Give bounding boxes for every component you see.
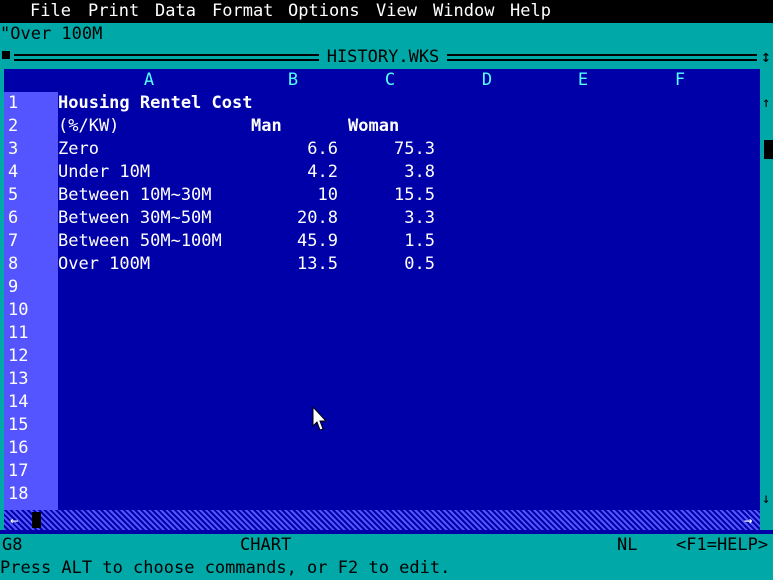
woman-value-cell[interactable]: 3.8: [335, 161, 435, 184]
menu-file-hotkey: F: [30, 1, 41, 21]
menu-file-label: ile: [40, 1, 71, 21]
row-header-item[interactable]: 7: [8, 230, 18, 253]
horizontal-scrollbar[interactable]: ← →: [4, 510, 760, 530]
menu-format-label: Format: [212, 1, 274, 21]
down-arrow-icon[interactable]: ↓: [762, 488, 770, 511]
row-label-cell[interactable]: Under 10M: [58, 161, 150, 184]
menu-window[interactable]: Window: [433, 0, 494, 23]
sheet-unit-label[interactable]: (%/KW): [58, 115, 119, 138]
vertical-scroll-thumb[interactable]: [764, 140, 773, 159]
column-header-f[interactable]: F: [632, 69, 728, 92]
row-header-item[interactable]: 13: [8, 368, 28, 391]
row-header-item[interactable]: 16: [8, 437, 28, 460]
man-value-cell[interactable]: 4.2: [238, 161, 338, 184]
woman-value-cell[interactable]: 3.3: [335, 207, 435, 230]
column-header-b[interactable]: B: [245, 69, 341, 92]
column-header: A B C D E F: [4, 69, 760, 92]
help-message: Press ALT to choose commands, or F2 to e…: [0, 557, 773, 580]
cell-reference: G8: [2, 535, 23, 555]
window-title-bar[interactable]: HISTORY.WKS ↕: [0, 46, 773, 69]
window-title: HISTORY.WKS: [323, 46, 443, 69]
column-header-e[interactable]: E: [535, 69, 631, 92]
menu-help[interactable]: Help: [510, 0, 551, 23]
row-header-item[interactable]: 4: [8, 161, 18, 184]
up-arrow-icon[interactable]: ↑: [762, 92, 770, 115]
man-value-cell[interactable]: 6.6: [238, 138, 338, 161]
menu-print[interactable]: Print: [88, 0, 139, 23]
close-box-icon[interactable]: [2, 51, 10, 59]
row-header-item[interactable]: 12: [8, 345, 28, 368]
man-value-cell[interactable]: 13.5: [238, 253, 338, 276]
column-label-woman[interactable]: Woman: [348, 115, 399, 138]
menu-data[interactable]: Data: [155, 0, 196, 23]
menu-options-label: ptions: [298, 1, 360, 21]
woman-value-cell[interactable]: 0.5: [335, 253, 435, 276]
menu-file[interactable]: File: [30, 0, 71, 23]
menu-view[interactable]: View: [376, 0, 417, 23]
row-header-item[interactable]: 14: [8, 391, 28, 414]
menu-data-hotkey: D: [155, 1, 166, 21]
right-arrow-icon[interactable]: →: [744, 510, 752, 533]
menu-window-label: indow: [443, 1, 495, 21]
column-header-a[interactable]: A: [101, 69, 197, 92]
row-header-item[interactable]: 1: [8, 92, 18, 115]
row-header-item[interactable]: 2: [8, 115, 18, 138]
row-header-item[interactable]: 9: [8, 276, 18, 299]
menu-options[interactable]: Options: [288, 0, 360, 23]
menu-window-hotkey: W: [433, 1, 444, 21]
column-header-c[interactable]: C: [342, 69, 438, 92]
mode-indicator: CHART: [240, 535, 292, 555]
row-label-cell[interactable]: Between 50M~100M: [58, 230, 222, 253]
horizontal-scroll-thumb[interactable]: [32, 512, 41, 528]
row-header-item[interactable]: 18: [8, 483, 28, 506]
menu-print-label: rint: [98, 1, 140, 21]
row-header-item[interactable]: 11: [8, 322, 28, 345]
row-header: 1 2 3 4 5 6 7 8 9 10 11 12 13 14 15 16 1…: [4, 92, 58, 510]
menu-help-hotkey: H: [510, 1, 521, 21]
row-label-cell[interactable]: Zero: [58, 138, 99, 161]
menu-options-hotkey: O: [288, 1, 299, 21]
left-arrow-icon[interactable]: ←: [10, 510, 18, 533]
menu-help-label: elp: [520, 1, 551, 21]
man-value-cell[interactable]: 10: [238, 184, 338, 207]
column-header-d[interactable]: D: [439, 69, 535, 92]
menu-view-hotkey: V: [376, 1, 387, 21]
mouse-pointer-icon: [312, 406, 328, 431]
row-label-cell[interactable]: Between 10M~30M: [58, 184, 212, 207]
woman-value-cell[interactable]: 75.3: [335, 138, 435, 161]
row-header-item[interactable]: 15: [8, 414, 28, 437]
woman-value-cell[interactable]: 15.5: [335, 184, 435, 207]
row-header-item[interactable]: 6: [8, 207, 18, 230]
menu-bar: File Print Data Format Options View Wind…: [0, 0, 773, 23]
man-value-cell[interactable]: 20.8: [238, 207, 338, 230]
row-header-item[interactable]: 3: [8, 138, 18, 161]
vertical-scrollbar[interactable]: ↑ ↓: [760, 92, 773, 510]
man-value-cell[interactable]: 45.9: [238, 230, 338, 253]
sheet-title[interactable]: Housing Rentel Cost: [58, 92, 252, 115]
menu-print-hotkey: P: [88, 1, 99, 21]
menu-data-label: ata: [165, 1, 196, 21]
title-bar-rule-right: [447, 54, 757, 61]
woman-value-cell[interactable]: 1.5: [335, 230, 435, 253]
row-label-cell[interactable]: Between 30M~50M: [58, 207, 212, 230]
updown-arrow-icon[interactable]: ↕: [761, 46, 771, 69]
menu-view-label: iew: [386, 1, 417, 21]
row-header-item[interactable]: 17: [8, 460, 28, 483]
menu-format[interactable]: Format: [212, 0, 273, 23]
help-hint[interactable]: <F1=HELP>: [676, 534, 768, 557]
lock-indicator: NL: [617, 535, 638, 555]
title-bar-rule-left: [14, 54, 319, 61]
column-label-man[interactable]: Man: [251, 115, 282, 138]
row-label-cell[interactable]: Over 100M: [58, 253, 150, 276]
spreadsheet-grid[interactable]: Housing Rentel Cost (%/KW) Man Woman Zer…: [58, 92, 760, 510]
formula-bar[interactable]: "Over 100M: [0, 23, 773, 46]
row-header-item[interactable]: 10: [8, 299, 28, 322]
status-bar: G8 CHART NL <F1=HELP>: [0, 534, 773, 557]
row-header-item[interactable]: 5: [8, 184, 18, 207]
row-header-item[interactable]: 8: [8, 253, 18, 276]
